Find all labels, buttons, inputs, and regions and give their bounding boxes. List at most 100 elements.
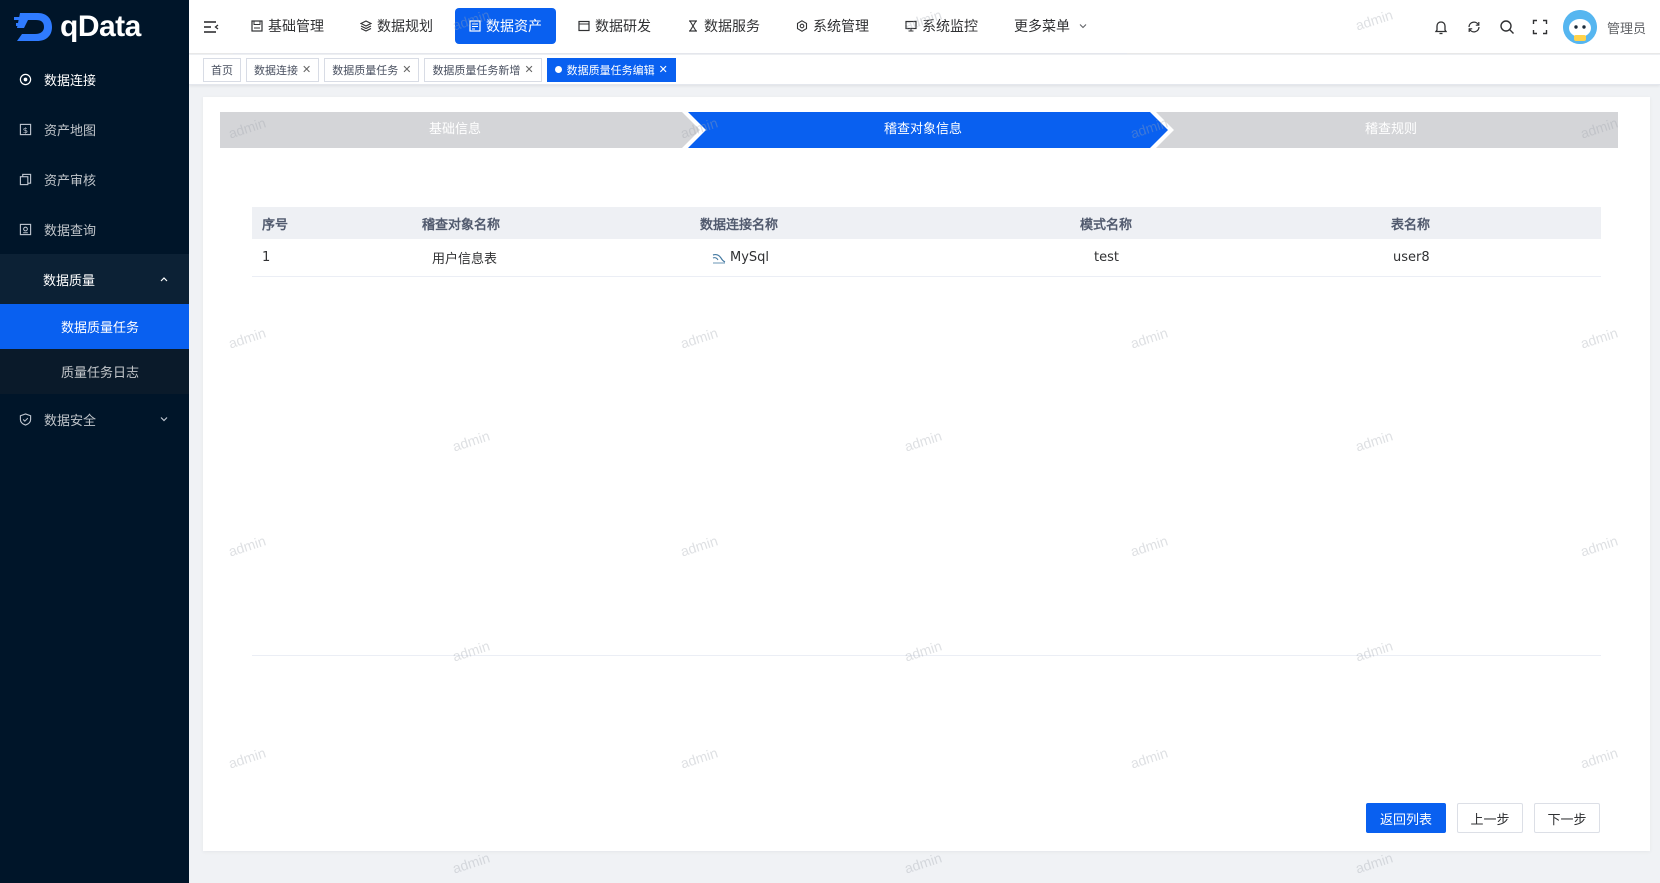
topnav-data-service[interactable]: 数据服务 [673, 8, 774, 44]
table-bottom-border [252, 655, 1601, 656]
header-right: 管理员 [1425, 0, 1646, 54]
app-root: qData 数据连接 $ 资产地图 资产审核 数据查询 数据质量 数据质量任务 … [0, 0, 1660, 883]
sidebar-submenu-data-quality: 数据质量任务 质量任务日志 [0, 304, 189, 394]
query-icon [18, 222, 32, 236]
sidebar-item-label: 数据质量任务 [61, 321, 140, 336]
sidebar-item-asset-map[interactable]: $ 资产地图 [0, 104, 189, 154]
search-icon[interactable] [1491, 19, 1524, 35]
sidebar: qData 数据连接 $ 资产地图 资产审核 数据查询 数据质量 数据质量任务 … [0, 0, 189, 883]
sidebar-item-label: 数据查询 [44, 223, 97, 239]
sidebar-item-data-query[interactable]: 数据查询 [0, 204, 189, 254]
watermark-text: admin [902, 849, 944, 877]
tag-label: 数据连接 [254, 63, 298, 77]
topnav-label: 系统管理 [813, 19, 869, 35]
tags-bar: 首页 数据连接 ✕ 数据质量任务 ✕ 数据质量任务新增 ✕ 数据质量任务编辑 ✕ [189, 55, 1660, 85]
sidebar-item-asset-review[interactable]: 资产审核 [0, 154, 189, 204]
sidebar-item-quality-task-log[interactable]: 质量任务日志 [0, 349, 189, 394]
menu-toggle-icon[interactable] [189, 20, 233, 34]
logo-icon [14, 13, 52, 41]
hourglass-icon [687, 20, 699, 32]
sidebar-item-data-security[interactable]: 数据安全 [0, 394, 189, 444]
topnav-data-planning[interactable]: 数据规划 [346, 8, 447, 44]
robot-avatar-icon [1562, 10, 1597, 44]
cell-table: user8 [1393, 250, 1430, 265]
topnav-data-development[interactable]: 数据研发 [564, 8, 665, 44]
asset-icon [469, 20, 481, 32]
window-icon [578, 20, 590, 32]
topnav-label: 数据资产 [486, 19, 542, 35]
sidebar-menu: 数据连接 $ 资产地图 资产审核 数据查询 数据质量 数据质量任务 质量任务日志… [0, 54, 189, 444]
table-row[interactable]: 1 用户信息表 MySql test user8 [252, 239, 1601, 277]
step-basic-info[interactable]: 基础信息 [220, 112, 690, 148]
top-header: 基础管理 数据规划 数据资产 数据研发 数据服务 系统管理 系统监控 更多菜单 … [189, 0, 1660, 54]
step-audit-rules[interactable]: 稽查规则 [1156, 112, 1626, 148]
bell-icon[interactable] [1425, 19, 1458, 35]
col-schema-header: 模式名称 [1080, 217, 1133, 233]
topnav-more-menu[interactable]: 更多菜单 [1000, 8, 1123, 44]
topnav-system-management[interactable]: 系统管理 [782, 8, 883, 44]
next-step-button[interactable]: 下一步 [1534, 803, 1600, 833]
layers-icon [360, 20, 372, 32]
sidebar-item-quality-task[interactable]: 数据质量任务 [0, 304, 189, 349]
cell-index: 1 [262, 250, 271, 265]
save-icon [251, 20, 263, 32]
cell-connection: MySql [632, 250, 952, 265]
logo-text: qData [60, 10, 141, 43]
logo[interactable]: qData [0, 0, 189, 54]
steps-bar: 基础信息 稽查对象信息 稽查规则 [220, 112, 1618, 148]
audit-object-table: 序号 稽查对象名称 数据连接名称 模式名称 表名称 1 用户信息表 MySql … [252, 207, 1601, 277]
sidebar-item-label: 资产审核 [44, 173, 97, 189]
close-icon[interactable]: ✕ [302, 63, 311, 76]
tag-label: 数据质量任务 [332, 63, 399, 77]
topnav-label: 系统监控 [922, 19, 978, 35]
tag-quality-task[interactable]: 数据质量任务 ✕ [324, 57, 420, 82]
step-audit-object-info[interactable]: 稽查对象信息 [688, 112, 1158, 148]
chevron-down-icon [1078, 21, 1088, 31]
sidebar-item-label: 数据安全 [44, 413, 97, 429]
tag-label: 数据质量任务新增 [432, 63, 521, 77]
active-dot-icon [554, 66, 562, 73]
tag-quality-task-add[interactable]: 数据质量任务新增 ✕ [424, 57, 542, 82]
topnav-label: 更多菜单 [1014, 19, 1070, 35]
chevron-down-icon [159, 413, 169, 428]
cell-object-name: 用户信息表 [432, 252, 498, 267]
sidebar-item-label: 数据连接 [44, 73, 97, 89]
avatar[interactable] [1562, 10, 1597, 44]
close-icon[interactable]: ✕ [659, 63, 668, 76]
topnav-label: 数据研发 [595, 19, 651, 35]
svg-text:$: $ [22, 125, 27, 135]
topnav-data-assets[interactable]: 数据资产 [455, 8, 556, 44]
topnav-label: 数据服务 [704, 19, 760, 35]
settings-icon [796, 20, 808, 32]
chevron-up-icon [159, 273, 169, 288]
tag-quality-task-edit[interactable]: 数据质量任务编辑 ✕ [546, 57, 676, 82]
col-object-name-header: 稽查对象名称 [422, 217, 501, 233]
topnav-system-monitor[interactable]: 系统监控 [891, 8, 992, 44]
close-icon[interactable]: ✕ [524, 63, 533, 76]
user-name[interactable]: 管理员 [1607, 18, 1646, 37]
shield-icon [18, 412, 32, 426]
sidebar-item-label: 质量任务日志 [61, 366, 140, 381]
fullscreen-icon[interactable] [1524, 19, 1557, 35]
close-icon[interactable]: ✕ [402, 63, 411, 76]
copy-icon [18, 172, 32, 186]
topnav-basic-management[interactable]: 基础管理 [237, 8, 338, 44]
topnav-label: 基础管理 [268, 19, 324, 35]
refresh-icon[interactable] [1458, 19, 1491, 35]
col-table-header: 表名称 [1391, 217, 1431, 233]
asset-map-icon: $ [18, 122, 32, 136]
tag-home[interactable]: 首页 [203, 57, 241, 82]
watermark-text: admin [450, 849, 492, 877]
tag-data-connection[interactable]: 数据连接 ✕ [246, 57, 320, 82]
prev-step-button[interactable]: 上一步 [1457, 803, 1523, 833]
watermark-text: admin [1353, 849, 1395, 877]
col-index-header: 序号 [262, 217, 289, 233]
back-to-list-button[interactable]: 返回列表 [1366, 803, 1446, 833]
sidebar-item-data-quality[interactable]: 数据质量 [0, 254, 189, 304]
sidebar-item-label: 资产地图 [44, 123, 97, 139]
main-card: 基础信息 稽查对象信息 稽查规则 序号 稽查对象名称 数据连接名称 模式名称 表… [203, 97, 1650, 851]
sidebar-item-data-connection[interactable]: 数据连接 [0, 54, 189, 104]
target-icon [18, 72, 32, 86]
tag-label: 数据质量任务编辑 [566, 63, 655, 77]
table-header: 序号 稽查对象名称 数据连接名称 模式名称 表名称 [252, 207, 1601, 239]
